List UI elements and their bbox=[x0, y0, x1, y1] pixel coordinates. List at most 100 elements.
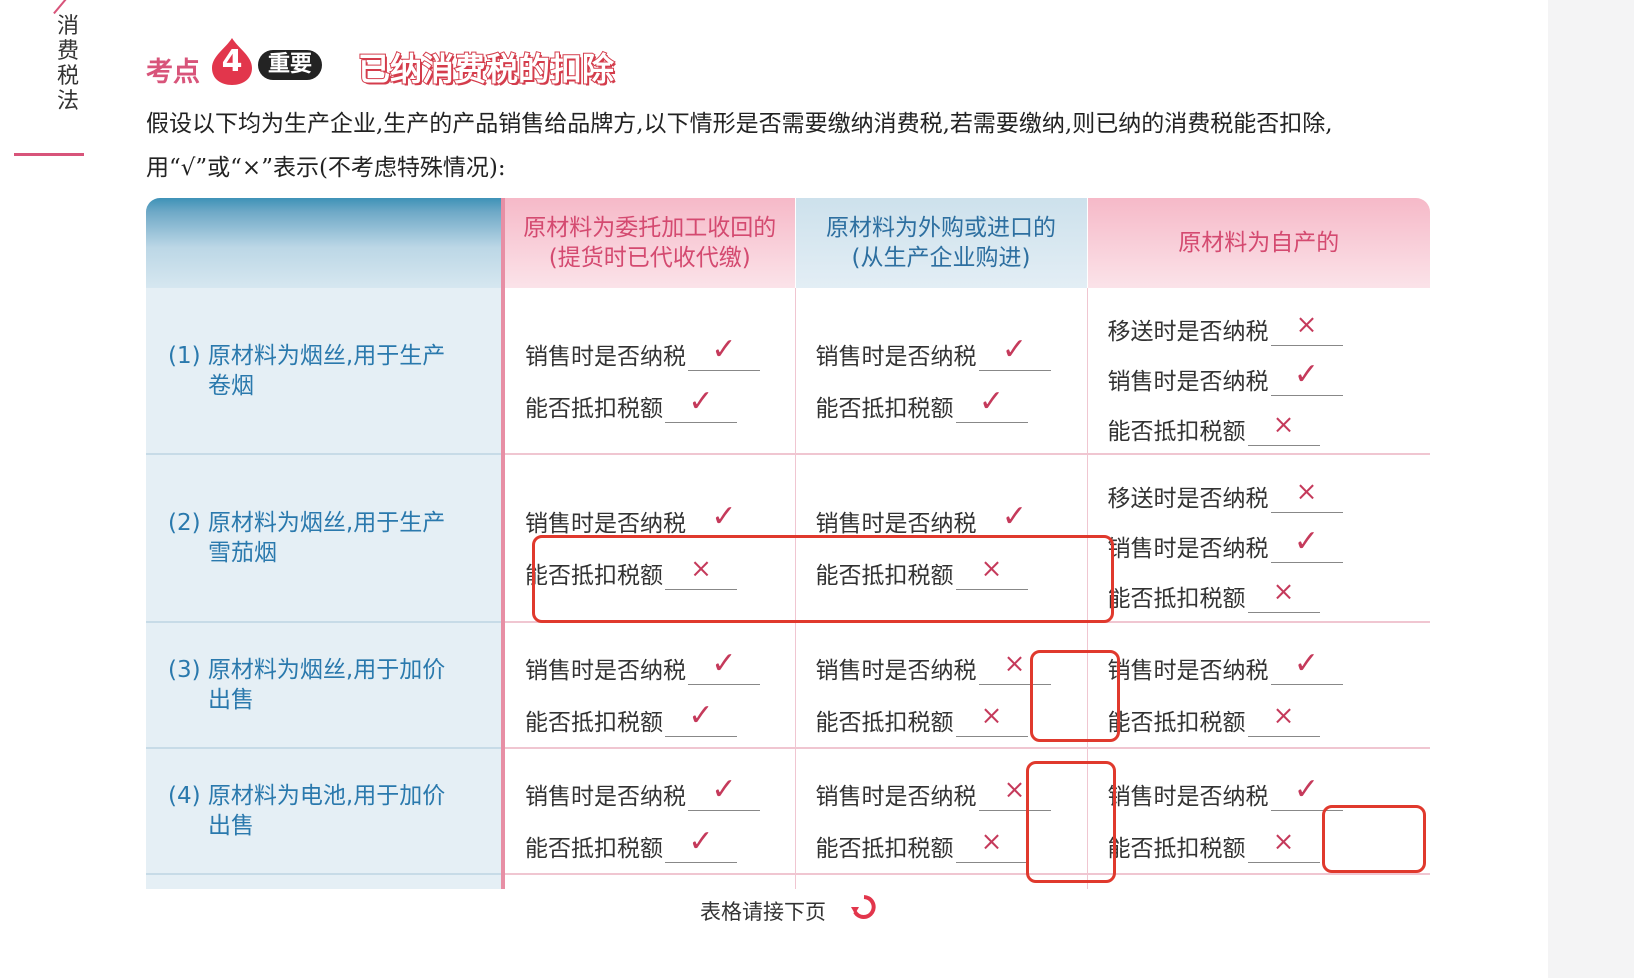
answer-cell: 销售时是否纳税 ✓ 能否抵扣税额 ✓ bbox=[794, 288, 1087, 455]
question-text: 移送时是否纳税 bbox=[1107, 318, 1269, 345]
question-text: 销售时是否纳税 bbox=[1107, 658, 1269, 684]
cross-mark: × bbox=[1247, 405, 1320, 446]
cross-mark: × bbox=[1270, 305, 1343, 346]
table-header-row: 原材料为委托加工收回的 (提货时已代收代缴) 原材料为外购或进口的 (从生产企业… bbox=[146, 198, 1430, 288]
answer-cell: 销售时是否纳税 ✓ 能否抵扣税额 ✓ bbox=[501, 288, 795, 455]
question-text: 销售时是否纳税 bbox=[815, 511, 977, 537]
question-line: 销售时是否纳税 ✓ bbox=[1088, 759, 1431, 811]
header-self-made: 原材料为自产的 bbox=[1086, 198, 1430, 288]
tail-cell bbox=[501, 874, 795, 889]
check-mark: ✓ bbox=[665, 696, 737, 737]
question-line: 能否抵扣税额 ✓ bbox=[505, 811, 795, 863]
question-text: 销售时是否纳税 bbox=[815, 784, 977, 810]
cross-mark: × bbox=[1247, 696, 1320, 737]
cross-mark: × bbox=[1247, 822, 1320, 863]
question-line: 销售时是否纳税 ✓ bbox=[796, 319, 1087, 371]
row-label-line: (4) 原材料为电池,用于加价 bbox=[168, 783, 446, 809]
question-line: 销售时是否纳税 ✓ bbox=[505, 319, 795, 371]
question-line: 移送时是否纳税 × bbox=[1088, 296, 1431, 346]
table-row: (3) 原材料为烟丝,用于加价 出售 销售时是否纳税 ✓ 能否抵扣税额 ✓ 销售时是否纳税 ×… bbox=[146, 622, 1431, 749]
chapter-char: 法 bbox=[56, 89, 79, 114]
question-text: 销售时是否纳税 bbox=[815, 343, 977, 370]
cross-mark: × bbox=[955, 696, 1028, 737]
answer-cell: 销售时是否纳税 ✓ 能否抵扣税额 ✓ bbox=[501, 622, 795, 749]
highlight-box bbox=[1322, 805, 1426, 873]
question-line: 销售时是否纳税 ✓ bbox=[1088, 513, 1431, 563]
row-label: (3) 原材料为烟丝,用于加价出售 bbox=[146, 622, 503, 749]
header-line: (从生产企业购进) bbox=[851, 245, 1031, 271]
row-label-line: (1) 原材料为烟丝,用于生产 bbox=[168, 342, 446, 369]
row-label-line: 雪茄烟 bbox=[208, 540, 277, 566]
question-text: 销售时是否纳税 bbox=[525, 658, 686, 684]
tail-cell bbox=[1086, 874, 1430, 889]
answer-cell: 移送时是否纳税 × 销售时是否纳税 ✓ 能否抵扣税额 × bbox=[1086, 288, 1431, 455]
intro-paragraph: 假设以下均为生产企业,生产的产品销售给品牌方,以下情形是否需要缴纳消费税,若需要… bbox=[146, 111, 1333, 181]
question-line: 销售时是否纳税 ✓ bbox=[1088, 633, 1431, 685]
question-line: 销售时是否纳税 ✓ bbox=[796, 486, 1087, 538]
question-text: 销售时是否纳税 bbox=[1107, 784, 1269, 810]
cross-mark: × bbox=[1270, 472, 1343, 513]
question-text: 销售时是否纳税 bbox=[525, 343, 686, 370]
question-text: 移送时是否纳税 bbox=[1107, 486, 1269, 512]
row-label: (4) 原材料为电池,用于加价出售 bbox=[146, 748, 503, 875]
cross-mark: × bbox=[1247, 572, 1320, 613]
question-text: 能否抵扣税额 bbox=[815, 836, 954, 862]
question-line: 销售时是否纳税 ✓ bbox=[1088, 346, 1431, 396]
question-line: 能否抵扣税额 ✓ bbox=[796, 371, 1087, 423]
check-mark: ✓ bbox=[1270, 644, 1343, 685]
side-decoration bbox=[53, 0, 69, 15]
check-mark: ✓ bbox=[688, 330, 760, 371]
question-line: 能否抵扣税额 × bbox=[1088, 563, 1431, 613]
kaodian-label: 考点 bbox=[146, 57, 200, 88]
question-text: 能否抵扣税额 bbox=[525, 395, 663, 422]
question-text: 能否抵扣税额 bbox=[815, 395, 954, 422]
question-text: 能否抵扣税额 bbox=[815, 710, 954, 736]
question-line: 能否抵扣税额 × bbox=[1088, 685, 1431, 737]
question-line: 能否抵扣税额 ✓ bbox=[505, 371, 795, 423]
row-label-line: 出售 bbox=[208, 687, 254, 713]
table-row: (4) 原材料为电池,用于加价 出售 销售时是否纳税 ✓ 能否抵扣税额 ✓ 销售时是否纳税 ×… bbox=[146, 748, 1431, 875]
header-entrusted: 原材料为委托加工收回的 (提货时已代收代缴) bbox=[501, 198, 795, 288]
question-line: 销售时是否纳税 ✓ bbox=[505, 486, 795, 538]
arrow-circle-icon bbox=[851, 895, 876, 919]
header-line: 原材料为外购或进口的 bbox=[826, 215, 1056, 241]
question-text: 能否抵扣税额 bbox=[1107, 418, 1246, 445]
section-title: 已纳消费税的扣除 bbox=[357, 49, 615, 89]
question-line: 销售时是否纳税 ✓ bbox=[505, 759, 795, 811]
question-line: 能否抵扣税额 × bbox=[1088, 396, 1431, 446]
check-mark: ✓ bbox=[665, 822, 737, 863]
row-label-line: 出售 bbox=[208, 813, 254, 839]
chapter-char: 消 bbox=[56, 14, 79, 39]
check-mark: ✓ bbox=[1270, 355, 1343, 396]
answer-cell: 移送时是否纳税 × 销售时是否纳税 ✓ 能否抵扣税额 × bbox=[1086, 454, 1431, 623]
question-text: 销售时是否纳税 bbox=[1107, 536, 1269, 562]
header-line: 原材料为委托加工收回的 bbox=[523, 215, 777, 241]
highlight-box bbox=[532, 535, 1114, 623]
continue-note: 表格请接下页 bbox=[700, 900, 826, 924]
question-text: 销售时是否纳税 bbox=[525, 511, 686, 537]
question-text: 能否抵扣税额 bbox=[1107, 586, 1246, 612]
question-text: 能否抵扣税额 bbox=[525, 710, 663, 736]
question-line: 销售时是否纳税 ✓ bbox=[505, 633, 795, 685]
check-mark: ✓ bbox=[955, 382, 1028, 423]
header-corner bbox=[146, 198, 503, 288]
table-tail-row bbox=[146, 874, 1430, 889]
check-mark: ✓ bbox=[1270, 522, 1343, 563]
question-text: 能否抵扣税额 bbox=[525, 836, 663, 862]
question-line: 能否抵扣税额 ✓ bbox=[505, 685, 795, 737]
row-label: (1) 原材料为烟丝,用于生产 卷烟 bbox=[146, 288, 503, 455]
importance-tag: 重要 bbox=[258, 50, 323, 80]
header-line: (提货时已代收代缴) bbox=[548, 245, 751, 271]
table-row: (1) 原材料为烟丝,用于生产 卷烟 销售时是否纳税 ✓ 能否抵扣税额 ✓ 销售时是否纳税 ✓… bbox=[146, 288, 1431, 455]
cross-mark: × bbox=[955, 822, 1028, 863]
row-label-line: (3) 原材料为烟丝,用于加价 bbox=[168, 657, 446, 683]
answer-cell: 销售时是否纳税 ✓ 能否抵扣税额 ✓ bbox=[501, 748, 795, 875]
tail-cell bbox=[146, 874, 503, 889]
answer-cell: 销售时是否纳税 ✓ 能否抵扣税额 × bbox=[1086, 622, 1431, 749]
question-text: 销售时是否纳税 bbox=[525, 784, 686, 810]
right-margin-strip bbox=[1548, 0, 1634, 978]
header-purchased: 原材料为外购或进口的 (从生产企业购进) bbox=[794, 198, 1087, 288]
check-mark: ✓ bbox=[978, 330, 1051, 371]
check-mark: ✓ bbox=[665, 382, 737, 423]
header-line: 原材料为自产的 bbox=[1178, 230, 1340, 256]
